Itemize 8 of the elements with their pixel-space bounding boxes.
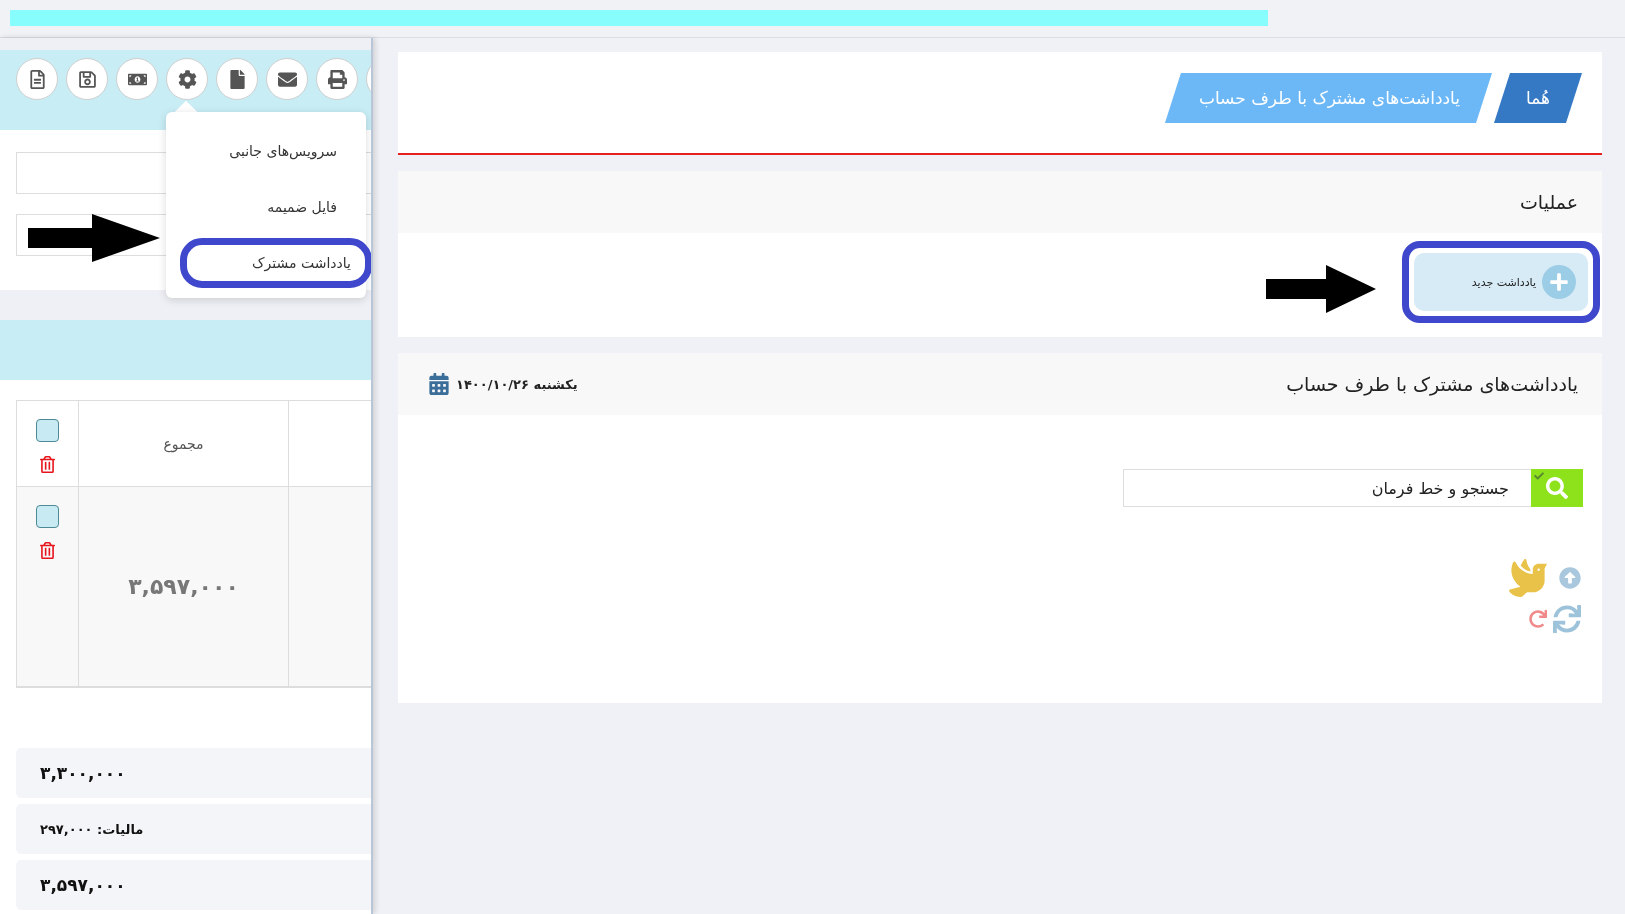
section-title: عملیات: [1519, 191, 1578, 213]
total-amount: ۳,۳۰۰,۰۰۰: [40, 763, 126, 783]
table-cell: ۳,۵۹۷,۰۰۰: [128, 574, 239, 599]
column-header: مجموع: [163, 435, 204, 452]
total-amount: ۳,۵۹۷,۰۰۰: [40, 875, 126, 895]
date-label: یکشنبه ۱۴۰۰/۱۰/۲۶: [456, 376, 578, 392]
tax-amount: مالیات: ۲۹۷,۰۰۰: [40, 821, 144, 837]
section-title: یادداشت‌های مشترک با طرف حساب: [1286, 373, 1578, 395]
